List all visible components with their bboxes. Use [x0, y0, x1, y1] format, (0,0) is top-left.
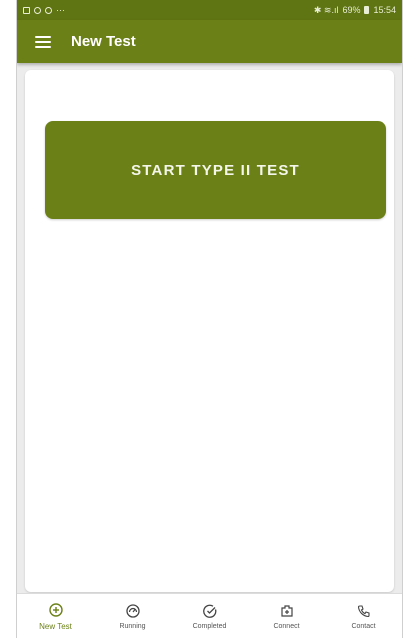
nav-label-new-test: New Test	[39, 622, 72, 631]
nav-label-completed: Completed	[192, 623, 227, 630]
status-right: ✱ ≋.ıl 69% 15:54	[314, 5, 396, 16]
status-left: ···	[23, 5, 65, 15]
nav-item-new-test[interactable]: New Test	[21, 601, 91, 631]
nav-item-connect[interactable]: Connect	[252, 602, 322, 630]
chrome-icon	[45, 6, 52, 14]
nav-item-completed[interactable]: Completed	[175, 602, 245, 630]
nav-label-contact: Contact	[351, 623, 376, 630]
device-frame: ··· ✱ ≋.ıl 69% 15:54 New Test START TYPE…	[16, 0, 403, 638]
connect-icon	[280, 602, 294, 620]
gauge-icon	[125, 602, 140, 620]
content-card: START TYPE II TEST	[25, 70, 394, 592]
bottom-navigation: New Test Running Completed Connect Conta…	[17, 593, 402, 638]
nav-label-running: Running	[119, 623, 146, 630]
nav-item-contact[interactable]: Contact	[329, 602, 399, 630]
status-bar: ··· ✱ ≋.ıl 69% 15:54	[17, 0, 402, 20]
start-type-ii-test-button[interactable]: START TYPE II TEST	[45, 121, 386, 219]
hamburger-menu-icon[interactable]	[35, 35, 51, 48]
plus-circle-icon	[48, 601, 63, 619]
check-circle-icon	[202, 602, 217, 620]
app-bar: New Test	[17, 20, 402, 63]
signal-icon: ✱ ≋.ıl	[313, 4, 339, 15]
app-notification-icon	[34, 6, 41, 14]
battery-icon	[364, 6, 370, 14]
clock: 15:54	[373, 5, 396, 15]
more-notifications: ···	[56, 5, 65, 15]
nav-item-running[interactable]: Running	[98, 602, 168, 630]
nav-label-connect: Connect	[273, 623, 300, 630]
phone-icon	[357, 602, 371, 620]
page-title: New Test	[71, 33, 136, 50]
battery-level: 69%	[342, 5, 361, 15]
notification-icon	[23, 6, 30, 14]
